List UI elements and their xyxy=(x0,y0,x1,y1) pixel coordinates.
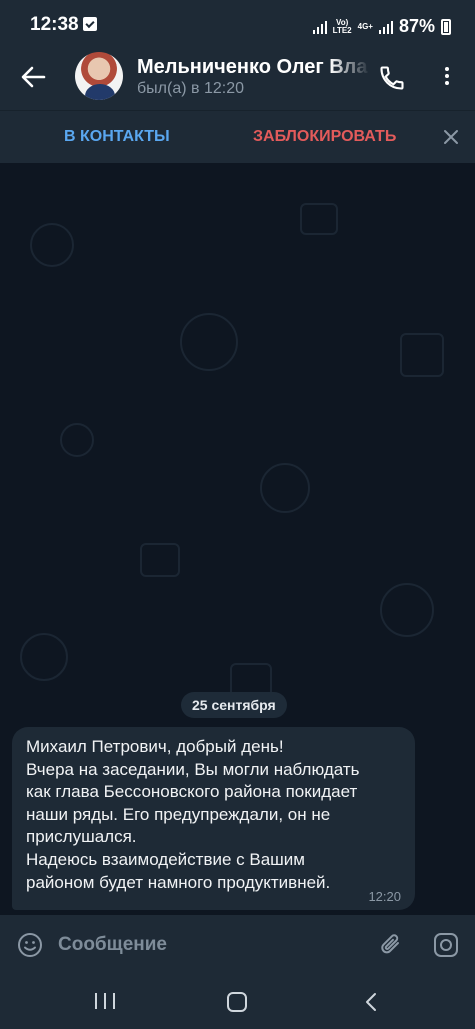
message-line: районом будет намного продуктивней. xyxy=(26,872,331,892)
recent-apps-icon[interactable] xyxy=(95,993,115,1011)
wallpaper-doodle xyxy=(20,633,68,681)
message-line: прислушался. xyxy=(26,827,137,847)
battery-icon xyxy=(441,18,451,35)
message-line: Надеюсь взаимодействие с Вашим xyxy=(26,849,305,869)
more-options-icon[interactable] xyxy=(440,64,454,92)
network-type: 4G+ xyxy=(357,21,373,31)
message-time: 12:20 xyxy=(368,889,401,904)
camera-icon[interactable] xyxy=(433,932,459,958)
system-nav-bar xyxy=(0,975,475,1029)
status-icons: Vo) LTE2 4G+ 87% xyxy=(312,16,451,37)
wallpaper-doodle xyxy=(30,223,74,267)
status-bar: 12:38 Vo) LTE2 4G+ 87% xyxy=(0,0,475,50)
close-icon[interactable] xyxy=(441,127,461,147)
message-composer: Сообщение xyxy=(0,915,475,975)
last-seen-status: был(а) в 12:20 xyxy=(137,80,244,97)
avatar[interactable] xyxy=(75,52,123,100)
notification-icon xyxy=(83,17,97,31)
paperclip-icon[interactable] xyxy=(378,932,404,958)
status-time: 12:38 xyxy=(30,14,79,35)
signal-icon xyxy=(312,20,327,34)
message-line: Вчера на заседании, Вы могли наблюдать xyxy=(26,759,360,779)
add-to-contacts-button[interactable]: В КОНТАКТЫ xyxy=(64,128,170,146)
back-arrow-icon[interactable] xyxy=(18,62,48,92)
message-line: как глава Бессоновского района покидает xyxy=(26,782,358,802)
name-fade xyxy=(330,56,370,82)
incoming-message-bubble[interactable]: Михаил Петрович, добрый день! Вчера на з… xyxy=(12,727,415,910)
wallpaper-doodle xyxy=(140,543,180,577)
home-icon[interactable] xyxy=(227,992,247,1012)
battery-percent: 87% xyxy=(398,16,435,36)
wallpaper-doodle xyxy=(60,423,94,457)
wallpaper-doodle xyxy=(260,463,310,513)
wallpaper-doodle xyxy=(180,313,238,371)
signal-icon-2 xyxy=(378,20,393,34)
date-separator: 25 сентября xyxy=(181,692,287,718)
phone-icon[interactable] xyxy=(378,64,406,92)
wallpaper-doodle xyxy=(380,583,434,637)
chat-header: Мельниченко Олег Вла был(а) в 12:20 xyxy=(0,50,475,110)
message-line: Михаил Петрович, добрый день! xyxy=(26,737,284,756)
message-input[interactable]: Сообщение xyxy=(58,934,167,956)
emoji-icon[interactable] xyxy=(17,932,43,958)
spam-action-bar: В КОНТАКТЫ ЗАБЛОКИРОВАТЬ xyxy=(0,110,475,164)
message-line: наши ряды. Его предупреждали, он не xyxy=(26,804,331,824)
nav-back-icon[interactable] xyxy=(362,991,382,1013)
wallpaper-doodle xyxy=(400,333,444,377)
volte-bottom: LTE2 xyxy=(332,25,352,35)
block-button[interactable]: ЗАБЛОКИРОВАТЬ xyxy=(253,128,396,146)
wallpaper-doodle xyxy=(300,203,338,235)
volte-indicator: Vo) LTE2 xyxy=(332,18,352,35)
